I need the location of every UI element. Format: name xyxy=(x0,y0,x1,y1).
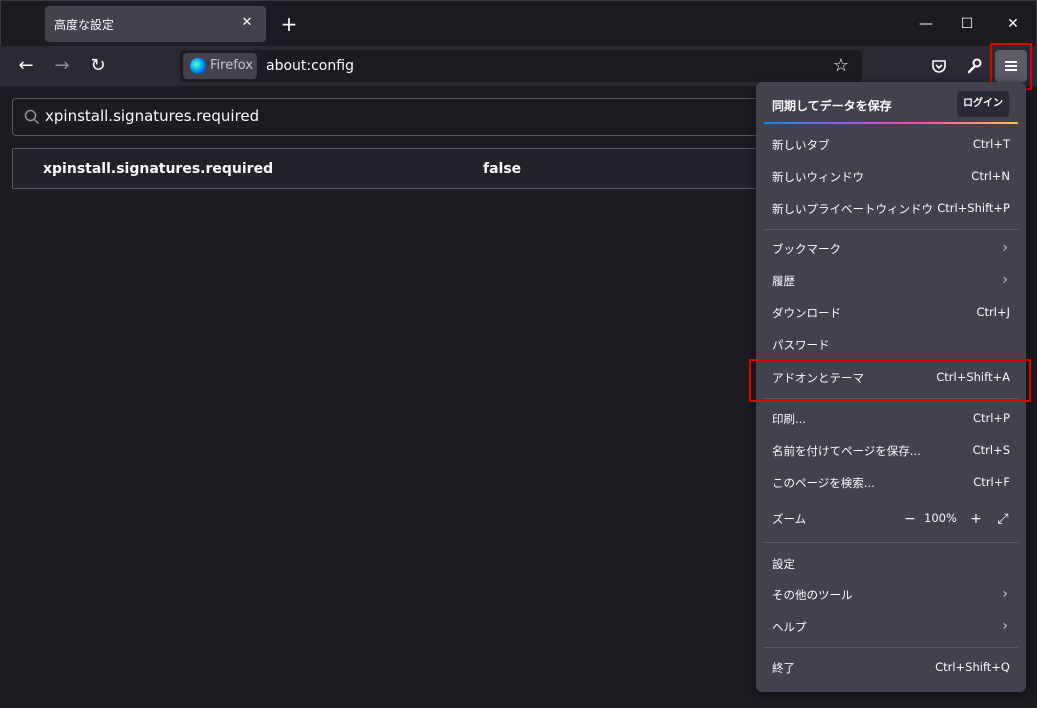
wrench-icon[interactable] xyxy=(960,52,988,80)
url-text[interactable]: about:config xyxy=(266,58,354,74)
reload-button[interactable]: ↻ xyxy=(84,52,112,80)
config-search-box[interactable] xyxy=(12,98,772,136)
zoom-level[interactable]: 100% xyxy=(924,511,957,525)
menu-item-downloads[interactable]: ダウンロード Ctrl+J xyxy=(764,298,1018,328)
menu-item-label: 終了 xyxy=(772,661,795,675)
menu-item-zoom: ズーム − 100% + ⤢ xyxy=(764,504,1018,534)
identity-label: Firefox xyxy=(210,58,254,73)
highlight-addons-item xyxy=(749,359,1031,402)
tab-close-icon[interactable]: ✕ xyxy=(238,14,256,32)
search-input[interactable] xyxy=(45,107,745,125)
menu-item-label: ダウンロード xyxy=(772,306,841,320)
menu-separator xyxy=(764,229,1018,230)
menu-item-shortcut: Ctrl+Shift+Q xyxy=(935,660,1010,674)
menu-item-label: 設定 xyxy=(772,557,795,571)
minimize-button[interactable]: — xyxy=(911,11,941,37)
menu-separator xyxy=(764,542,1018,543)
menu-item-label: パスワード xyxy=(772,338,830,352)
menu-item-shortcut: Ctrl+T xyxy=(972,137,1010,151)
menu-item-new-private-window[interactable]: 新しいプライベートウィンドウ Ctrl+Shift+P xyxy=(764,194,1018,224)
menu-item-label: 印刷... xyxy=(772,412,806,426)
menu-item-more-tools[interactable]: その他のツール › xyxy=(764,580,1018,610)
menu-item-help[interactable]: ヘルプ › xyxy=(764,612,1018,642)
url-bar[interactable]: Firefox about:config ☆ xyxy=(180,50,862,82)
menu-item-label: 新しいプライベートウィンドウ xyxy=(772,202,933,216)
title-bar: 高度な設定 ✕ + — ☐ ✕ xyxy=(0,0,1037,46)
chevron-right-icon: › xyxy=(1002,272,1008,288)
chevron-right-icon: › xyxy=(1002,586,1008,602)
nav-toolbar: ← → ↻ Firefox about:config ☆ xyxy=(0,46,1037,86)
window-close-button[interactable]: ✕ xyxy=(998,11,1028,37)
maximize-button[interactable]: ☐ xyxy=(952,11,982,37)
menu-item-shortcut: Ctrl+N xyxy=(971,169,1010,183)
new-tab-button[interactable]: + xyxy=(277,12,301,36)
pref-row[interactable]: xpinstall.signatures.required false xyxy=(12,148,772,189)
fullscreen-icon[interactable]: ⤢ xyxy=(992,508,1014,530)
menu-item-bookmarks[interactable]: ブックマーク › xyxy=(764,234,1018,264)
menu-item-label: ヘルプ xyxy=(772,620,807,634)
menu-item-label: 新しいウィンドウ xyxy=(772,170,864,184)
menu-item-shortcut: Ctrl+J xyxy=(976,305,1011,319)
pref-value[interactable]: false xyxy=(483,161,521,177)
menu-item-shortcut: Ctrl+Shift+P xyxy=(937,201,1010,215)
pref-name: xpinstall.signatures.required xyxy=(43,161,274,177)
menu-separator xyxy=(764,647,1018,648)
menu-item-save-page[interactable]: 名前を付けてページを保存... Ctrl+S xyxy=(764,436,1018,466)
chevron-right-icon: › xyxy=(1002,240,1008,256)
chevron-right-icon: › xyxy=(1002,618,1008,634)
menu-item-passwords[interactable]: パスワード xyxy=(764,330,1018,360)
menu-item-label: ズーム xyxy=(772,512,807,526)
menu-item-label: 履歴 xyxy=(772,274,795,288)
menu-item-label: 名前を付けてページを保存... xyxy=(772,444,921,458)
zoom-in-button[interactable]: + xyxy=(966,509,986,529)
menu-item-new-window[interactable]: 新しいウィンドウ Ctrl+N xyxy=(764,162,1018,192)
menu-item-print[interactable]: 印刷... Ctrl+P xyxy=(764,404,1018,434)
zoom-out-button[interactable]: − xyxy=(900,509,920,529)
sync-divider xyxy=(764,122,1018,124)
tab-advanced-settings[interactable]: 高度な設定 ✕ xyxy=(45,6,266,42)
menu-item-shortcut: Ctrl+S xyxy=(972,443,1010,457)
search-icon xyxy=(24,109,40,125)
menu-item-shortcut: Ctrl+F xyxy=(973,475,1010,489)
bookmark-star-icon[interactable]: ☆ xyxy=(830,55,852,77)
menu-item-find-in-page[interactable]: このページを検索... Ctrl+F xyxy=(764,468,1018,498)
menu-item-label: ブックマーク xyxy=(772,242,841,256)
menu-item-history[interactable]: 履歴 › xyxy=(764,266,1018,296)
menu-item-label: その他のツール xyxy=(772,588,853,602)
menu-item-shortcut: Ctrl+P xyxy=(972,411,1010,425)
login-button[interactable]: ログイン xyxy=(957,91,1009,117)
sync-header: 同期してデータを保存 xyxy=(772,99,892,113)
tab-title: 高度な設定 xyxy=(54,18,115,32)
pocket-icon[interactable] xyxy=(925,52,953,80)
menu-item-quit[interactable]: 終了 Ctrl+Shift+Q xyxy=(764,653,1018,683)
firefox-logo-icon xyxy=(190,58,206,74)
menu-item-new-tab[interactable]: 新しいタブ Ctrl+T xyxy=(764,130,1018,160)
menu-item-label: 新しいタブ xyxy=(772,138,830,152)
identity-box[interactable]: Firefox xyxy=(183,53,257,79)
forward-button[interactable]: → xyxy=(48,52,76,80)
back-button[interactable]: ← xyxy=(12,52,40,80)
menu-item-settings[interactable]: 設定 xyxy=(764,549,1018,579)
menu-item-label: このページを検索... xyxy=(772,476,875,490)
